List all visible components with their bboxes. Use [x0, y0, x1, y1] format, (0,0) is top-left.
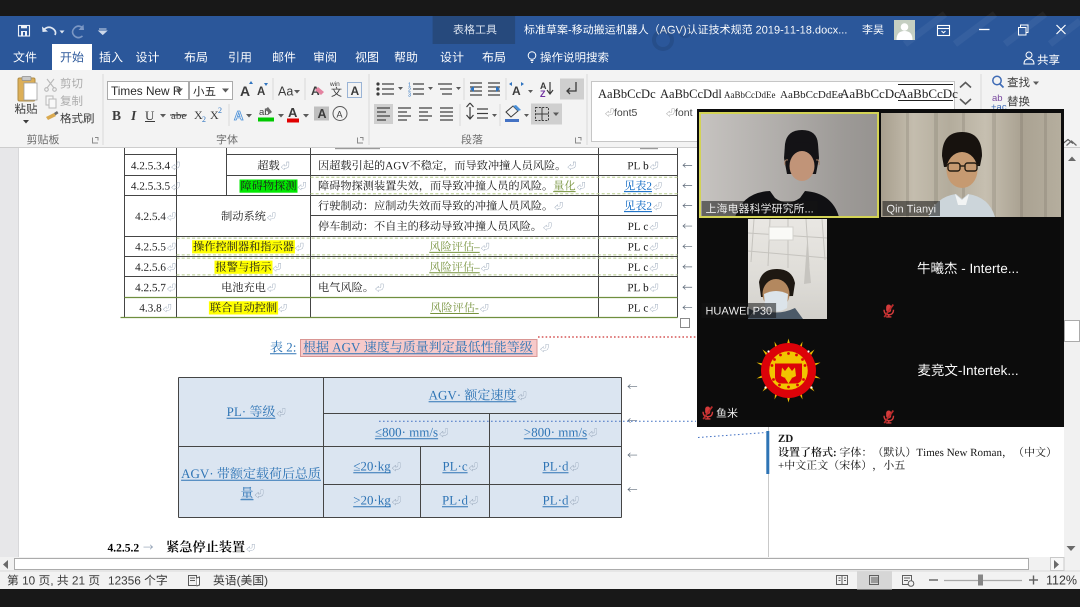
svg-text:A: A: [234, 108, 244, 123]
svg-text:font: font: [675, 107, 693, 119]
svg-text:AaBbCcDc: AaBbCcDc: [898, 86, 958, 101]
svg-text:2: 2: [202, 115, 206, 124]
svg-text:win: win: [329, 81, 340, 88]
svg-text:Times New R: Times New R: [111, 84, 181, 98]
svg-text:I: I: [130, 108, 137, 123]
svg-text:A: A: [351, 84, 360, 98]
svg-text:A: A: [257, 86, 265, 98]
svg-text:abe: abe: [171, 110, 186, 122]
svg-text:AaBbCcDc: AaBbCcDc: [840, 86, 900, 101]
svg-text:3: 3: [408, 93, 411, 99]
svg-text:Z: Z: [540, 89, 546, 99]
svg-text:font5: font5: [614, 107, 638, 119]
svg-text:A: A: [337, 110, 343, 120]
svg-text:2: 2: [218, 106, 222, 115]
svg-text:AaBbCcDdl: AaBbCcDdl: [660, 87, 722, 101]
svg-text:A: A: [288, 105, 298, 120]
svg-text:A: A: [512, 84, 521, 98]
svg-text:B: B: [112, 108, 121, 123]
svg-text:AaBbCcDc: AaBbCcDc: [598, 87, 656, 101]
svg-text:112%: 112%: [1046, 574, 1077, 588]
svg-text:Aa: Aa: [278, 85, 293, 99]
svg-text:A: A: [240, 83, 250, 99]
svg-text:U: U: [145, 108, 155, 123]
svg-text:A: A: [318, 107, 327, 121]
svg-text:AaBbCcDdEe: AaBbCcDdEe: [724, 90, 776, 100]
svg-text:AaBbCcDdEe: AaBbCcDdEe: [780, 89, 843, 101]
